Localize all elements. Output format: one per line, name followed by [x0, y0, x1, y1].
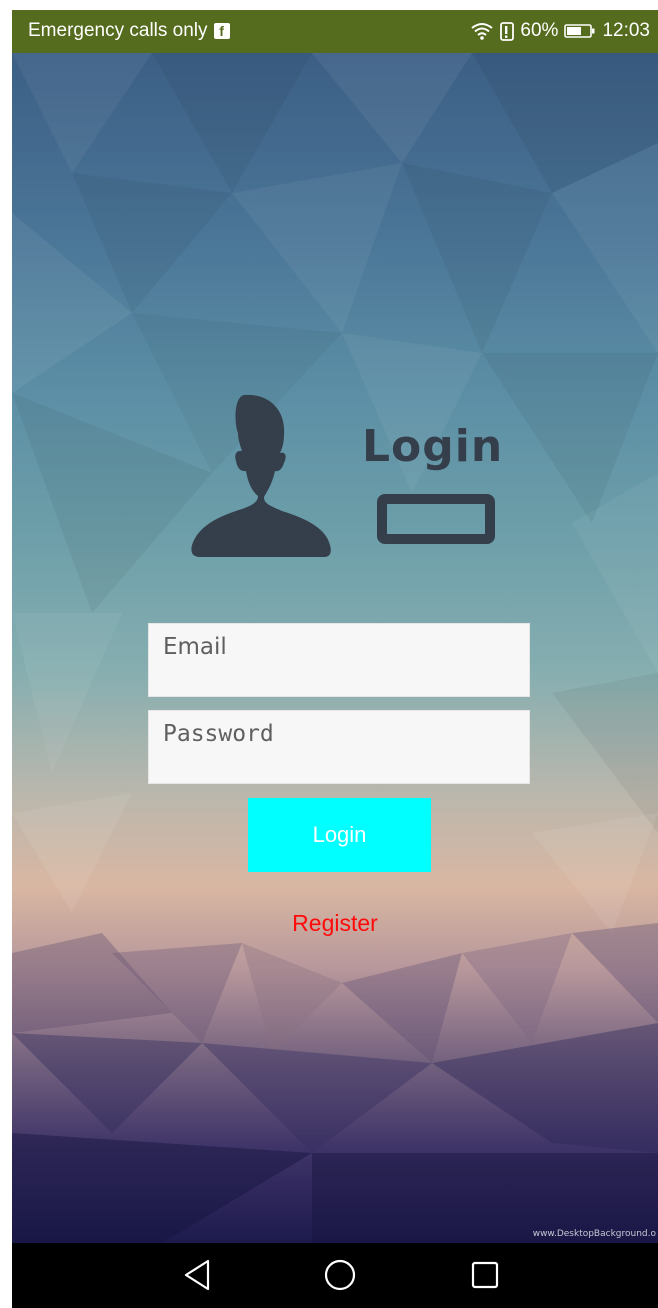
navigation-bar: [12, 1243, 658, 1308]
status-right: 60% 12:03: [470, 20, 650, 42]
carrier-text: Emergency calls only: [28, 20, 208, 41]
battery-percent: 60%: [520, 20, 559, 41]
status-bar: Emergency calls only f 60% 12:03: [12, 10, 658, 53]
email-field-container: [148, 623, 530, 697]
back-triangle-icon[interactable]: [178, 1255, 218, 1295]
login-screen: Login Login Register www.DesktopBackgrou…: [12, 53, 658, 1243]
facebook-icon: f: [213, 23, 230, 39]
register-link[interactable]: Register: [12, 910, 658, 937]
logo-title: Login: [362, 421, 504, 472]
phone-screen: Emergency calls only f 60% 12:03 Login E…: [12, 10, 658, 1308]
battery-icon: [564, 24, 595, 38]
status-left: Emergency calls only f: [28, 20, 230, 42]
user-silhouette-icon: [191, 394, 495, 557]
home-circle-icon[interactable]: [320, 1255, 360, 1295]
email-field[interactable]: [149, 624, 529, 696]
clock: 12:03: [602, 20, 650, 41]
password-field-container: [148, 710, 530, 784]
password-field[interactable]: [149, 711, 529, 783]
login-button[interactable]: Login: [248, 798, 431, 872]
watermark: www.DesktopBackground.o: [532, 1229, 656, 1239]
recents-square-icon[interactable]: [465, 1255, 505, 1295]
battery-alert-icon: [500, 22, 515, 41]
wifi-icon: [471, 23, 494, 40]
